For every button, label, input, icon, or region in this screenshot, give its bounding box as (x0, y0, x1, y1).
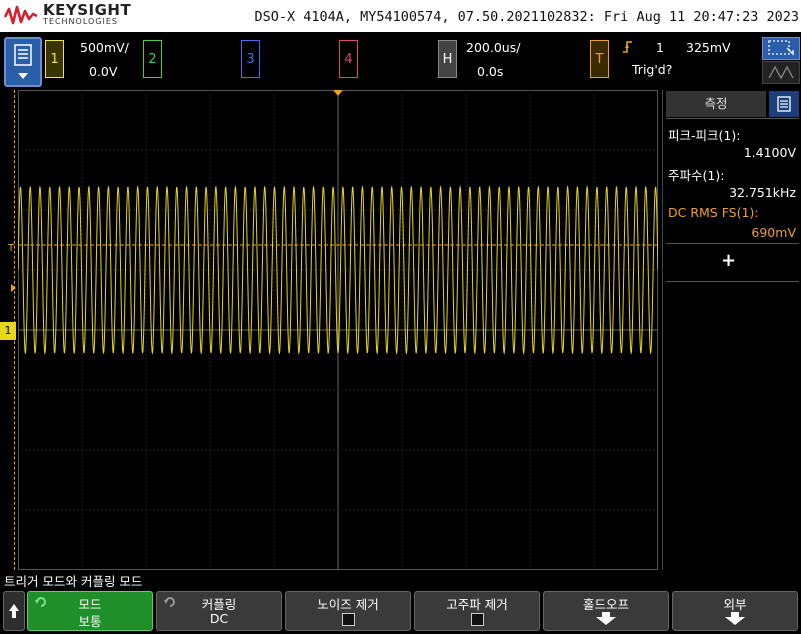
down-arrow-icon (725, 612, 745, 625)
channel-1-number: 1 (50, 51, 59, 67)
list-icon (777, 96, 791, 112)
channel-1-scale: 500mV/ (80, 40, 129, 55)
trigger-level: 325mV (686, 40, 731, 55)
measure-tab-label: 측정 (704, 96, 728, 111)
softkey-external[interactable]: 외부 (672, 591, 798, 631)
title-bar: KEYSIGHT TECHNOLOGIES DSO-X 4104A, MY541… (0, 0, 801, 32)
trigger-source: 1 (656, 40, 664, 55)
channel-1-ground-marker[interactable]: 1 (0, 322, 16, 340)
menu-icon (14, 44, 32, 79)
measurement-1-value: 1.4100V (743, 145, 796, 160)
softkey-mode[interactable]: 모드 보통 (27, 591, 153, 631)
trigger-status: Trig'd? (632, 62, 673, 77)
measurement-2-value: 32.751kHz (729, 185, 796, 200)
trigger-level-marker: T (8, 243, 15, 254)
channel-1-button[interactable]: 1 (45, 40, 64, 78)
main-menu-button[interactable] (4, 37, 42, 87)
softkey-noise-reject-label: 노이즈 제거 (317, 597, 379, 612)
channel-2-number: 2 (148, 51, 157, 67)
softkey-hf-reject-label: 고주파 제거 (446, 597, 508, 612)
softkey-hf-reject[interactable]: 고주파 제거 (414, 591, 540, 631)
softkey-coupling-value: DC (209, 611, 229, 626)
softkey-external-label: 외부 (723, 597, 747, 612)
down-arrow-icon (596, 612, 616, 625)
measurement-3-label: DC RMS FS(1): (668, 205, 759, 220)
horizontal-label: H (442, 51, 453, 67)
side-panel: 측정 피크-피크(1): 1.4100V 주파수(1): 32.751kHz D… (662, 90, 801, 570)
channel-4-button[interactable]: 4 (339, 40, 358, 78)
measure-tab[interactable]: 측정 (666, 91, 766, 117)
softkey-noise-reject[interactable]: 노이즈 제거 (285, 591, 411, 631)
trigger-button[interactable]: T (590, 40, 609, 78)
softkey-mode-value: 보통 (78, 614, 102, 629)
trigger-level-arrow-icon (11, 284, 16, 292)
channel-3-number: 3 (246, 51, 255, 67)
channel-1-offset: 0.0V (89, 64, 118, 79)
up-arrow-icon (9, 604, 19, 618)
side-menu-tab[interactable] (769, 91, 799, 117)
autoscale-button[interactable] (762, 37, 800, 60)
measurement-3-value: 690mV (751, 225, 796, 240)
horizontal-button[interactable]: H (438, 40, 457, 78)
softkey-holdoff-label: 홀드오프 (582, 597, 629, 612)
channel-2-button[interactable]: 2 (143, 40, 162, 78)
softkey-coupling[interactable]: 커플링 DC (156, 591, 282, 631)
instrument-info: DSO-X 4104A, MY54100574, 07.50.202110283… (254, 9, 799, 25)
zoom-box-icon (768, 40, 794, 56)
brand-subtitle: TECHNOLOGIES (43, 17, 118, 26)
timebase-value: 200.0us/ (466, 40, 521, 55)
noise-reject-checkbox[interactable] (342, 613, 355, 626)
delay-value: 0.0s (477, 64, 504, 79)
channel-3-button[interactable]: 3 (241, 40, 260, 78)
back-button[interactable] (3, 591, 25, 631)
softkey-menu-title: 트리거 모드와 커플링 모드 (4, 574, 143, 589)
trigger-position-marker (333, 90, 343, 96)
waveform-mode-button[interactable] (762, 61, 800, 84)
channel-4-number: 4 (344, 51, 353, 67)
measurement-2-label: 주파수(1): (668, 168, 725, 183)
triangle-wave-icon (768, 65, 794, 80)
measurement-1-label: 피크-피크(1): (668, 128, 741, 143)
softkey-holdoff[interactable]: 홀드오프 (543, 591, 669, 631)
add-measurement-button[interactable]: + (721, 250, 736, 271)
ground-marker-label: 1 (4, 324, 12, 337)
trigger-label: T (595, 51, 604, 67)
rising-edge-icon (623, 41, 632, 53)
left-marker-strip: T 1 (0, 90, 18, 570)
keysight-logo-icon (4, 5, 38, 25)
waveform-display[interactable] (18, 90, 658, 570)
hf-reject-checkbox[interactable] (471, 613, 484, 626)
